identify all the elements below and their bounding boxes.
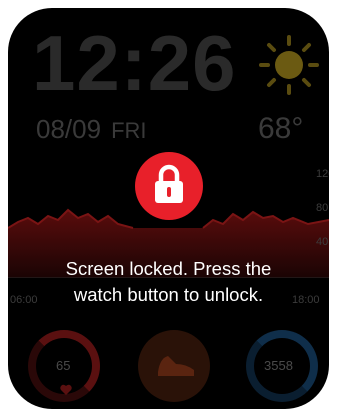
heart-rate-value: 65 (56, 358, 71, 373)
lock-badge (135, 152, 203, 220)
date-value: 08/09 (36, 114, 102, 144)
lock-message-line2: watch button to unlock. (73, 284, 264, 305)
day-value: FRI (111, 118, 147, 143)
heart-icon (60, 384, 72, 395)
chart-axis-label: 120 (316, 168, 329, 180)
watch-screen: 12:26 08/09 FRI 68° 12 80 40 06:00 18:00… (8, 8, 329, 409)
time-display: 12:26 (32, 19, 237, 107)
steps-value: 3558 (264, 358, 293, 373)
lock-message-line1: Screen locked. Press the (65, 258, 272, 279)
shoe-icon (158, 356, 194, 376)
lock-icon (155, 164, 183, 203)
chart-axis-label: 80 (316, 202, 329, 214)
chart-axis-label: 40 (316, 236, 329, 248)
sun-icon (259, 35, 319, 95)
temperature-display: 68° (258, 112, 304, 145)
lock-message: Screen locked. Press the watch button to… (8, 256, 329, 308)
date-display: 08/09 FRI (36, 114, 147, 145)
